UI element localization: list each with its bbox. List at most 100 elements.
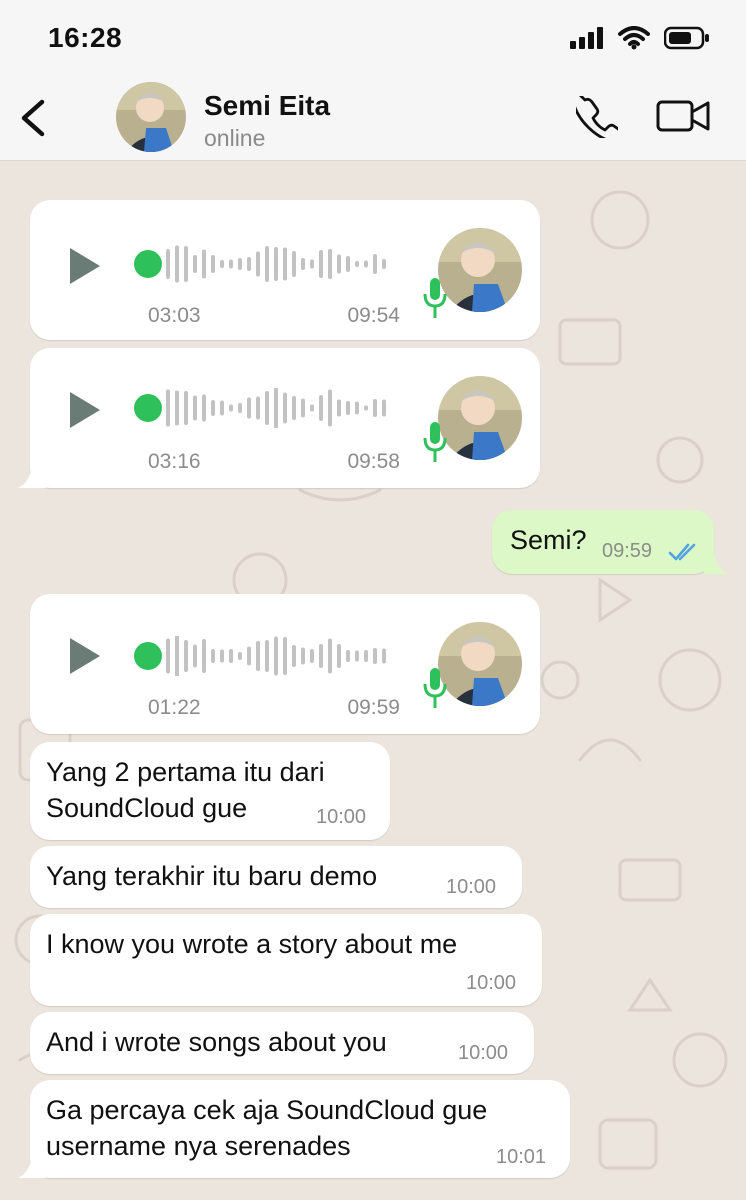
text-message[interactable]: Ga percaya cek aja SoundCloud gue userna… — [30, 1080, 570, 1178]
sender-avatar — [438, 622, 522, 706]
waveform-bar — [211, 649, 215, 663]
message-time: 09:59 — [347, 696, 400, 719]
waveform-bar — [265, 246, 269, 282]
waveform-bar — [346, 650, 350, 662]
contact-name[interactable]: Semi Eita — [204, 90, 330, 122]
voice-message[interactable]: 01:22 09:59 — [30, 594, 540, 734]
waveform-bar — [364, 405, 368, 411]
message-line: Yang 2 pertama itu dari — [46, 757, 325, 787]
waveform-bar — [229, 404, 233, 412]
waveform-bar — [355, 650, 359, 662]
waveform — [166, 388, 386, 428]
status-bar: 16:28 — [0, 0, 746, 76]
phone-icon[interactable] — [576, 96, 618, 138]
message-line: Yang terakhir itu baru demo — [46, 861, 378, 891]
text-message[interactable]: And i wrote songs about you 10:00 — [30, 1012, 534, 1074]
waveform-bar — [202, 639, 206, 673]
voice-message[interactable]: 03:16 09:58 — [30, 348, 540, 488]
playback-position-dot[interactable] — [134, 250, 162, 278]
message-time: 09:58 — [347, 450, 400, 473]
chat-header: Semi Eita online — [0, 76, 746, 161]
waveform-bar — [238, 258, 242, 270]
chevron-left-icon[interactable] — [18, 98, 48, 138]
text-message[interactable]: I know you wrote a story about me 10:00 — [30, 914, 542, 1006]
message-time: 10:00 — [466, 972, 517, 994]
bubble-tail — [18, 466, 46, 488]
waveform-bar — [373, 648, 377, 664]
waveform-bar — [274, 247, 278, 281]
waveform-bar — [229, 259, 233, 269]
waveform-bar — [382, 259, 386, 269]
waveform-bar — [337, 399, 341, 417]
waveform-bar — [274, 388, 278, 428]
waveform — [166, 636, 386, 676]
battery-icon — [664, 26, 709, 50]
waveform-bar — [373, 399, 377, 417]
waveform-bar — [355, 261, 359, 267]
waveform-bar — [328, 638, 332, 674]
message-time: 10:00 — [446, 876, 497, 898]
waveform-bar — [175, 636, 179, 676]
bubble-tail — [18, 1156, 46, 1178]
waveform-bar — [202, 249, 206, 279]
waveform-bar — [364, 650, 368, 662]
voice-message[interactable]: 03:03 09:54 — [30, 200, 540, 340]
waveform-bar — [220, 649, 224, 663]
waveform-bar — [238, 652, 242, 660]
waveform-bar — [256, 641, 260, 671]
waveform-bar — [247, 257, 251, 271]
video-camera-icon[interactable] — [656, 98, 710, 134]
waveform-bar — [292, 645, 296, 667]
play-icon[interactable] — [68, 246, 102, 286]
waveform-bar — [328, 249, 332, 279]
waveform-bar — [337, 644, 341, 668]
waveform-bar — [166, 638, 170, 674]
bubble-tail — [704, 552, 728, 574]
play-icon[interactable] — [68, 390, 102, 430]
wifi-icon — [618, 26, 650, 50]
waveform-bar — [292, 396, 296, 420]
microphone-icon — [423, 668, 447, 708]
playback-position-dot[interactable] — [134, 642, 162, 670]
waveform-bar — [229, 649, 233, 663]
waveform-bar — [310, 649, 314, 663]
waveform-bar — [166, 389, 170, 427]
waveform-bar — [184, 640, 188, 672]
waveform-bar — [211, 400, 215, 416]
waveform-bar — [301, 398, 305, 418]
text-message-outgoing[interactable]: Semi? 09:59 — [492, 510, 714, 574]
message-time: 09:59 — [602, 540, 653, 562]
waveform-bar — [247, 397, 251, 419]
microphone-icon — [423, 278, 447, 318]
text-message[interactable]: Yang 2 pertama itu dari SoundCloud gue 1… — [30, 742, 390, 840]
waveform-bar — [193, 644, 197, 668]
contact-presence: online — [204, 125, 266, 151]
waveform-bar — [202, 394, 206, 422]
waveform-bar — [319, 250, 323, 278]
waveform-bar — [319, 644, 323, 668]
waveform-bar — [319, 395, 323, 421]
waveform-bar — [256, 396, 260, 420]
waveform-bar — [310, 404, 314, 412]
message-text: Semi? — [510, 525, 587, 555]
waveform-bar — [238, 403, 242, 413]
voice-duration: 01:22 — [148, 696, 201, 719]
waveform-bar — [373, 254, 377, 274]
text-message[interactable]: Yang terakhir itu baru demo 10:00 — [30, 846, 522, 908]
play-icon[interactable] — [68, 636, 102, 676]
message-time: 10:01 — [496, 1146, 547, 1168]
waveform-bar — [364, 260, 368, 268]
playback-position-dot[interactable] — [134, 394, 162, 422]
waveform-bar — [382, 648, 386, 664]
waveform-bar — [247, 646, 251, 666]
waveform-bar — [211, 255, 215, 273]
waveform-bar — [355, 401, 359, 415]
waveform-bar — [220, 400, 224, 416]
waveform-bar — [292, 251, 296, 277]
waveform-bar — [346, 256, 350, 272]
waveform-bar — [175, 390, 179, 426]
contact-avatar[interactable] — [116, 82, 186, 152]
waveform-bar — [184, 246, 188, 282]
waveform-bar — [166, 249, 170, 279]
message-time: 09:54 — [347, 304, 400, 327]
